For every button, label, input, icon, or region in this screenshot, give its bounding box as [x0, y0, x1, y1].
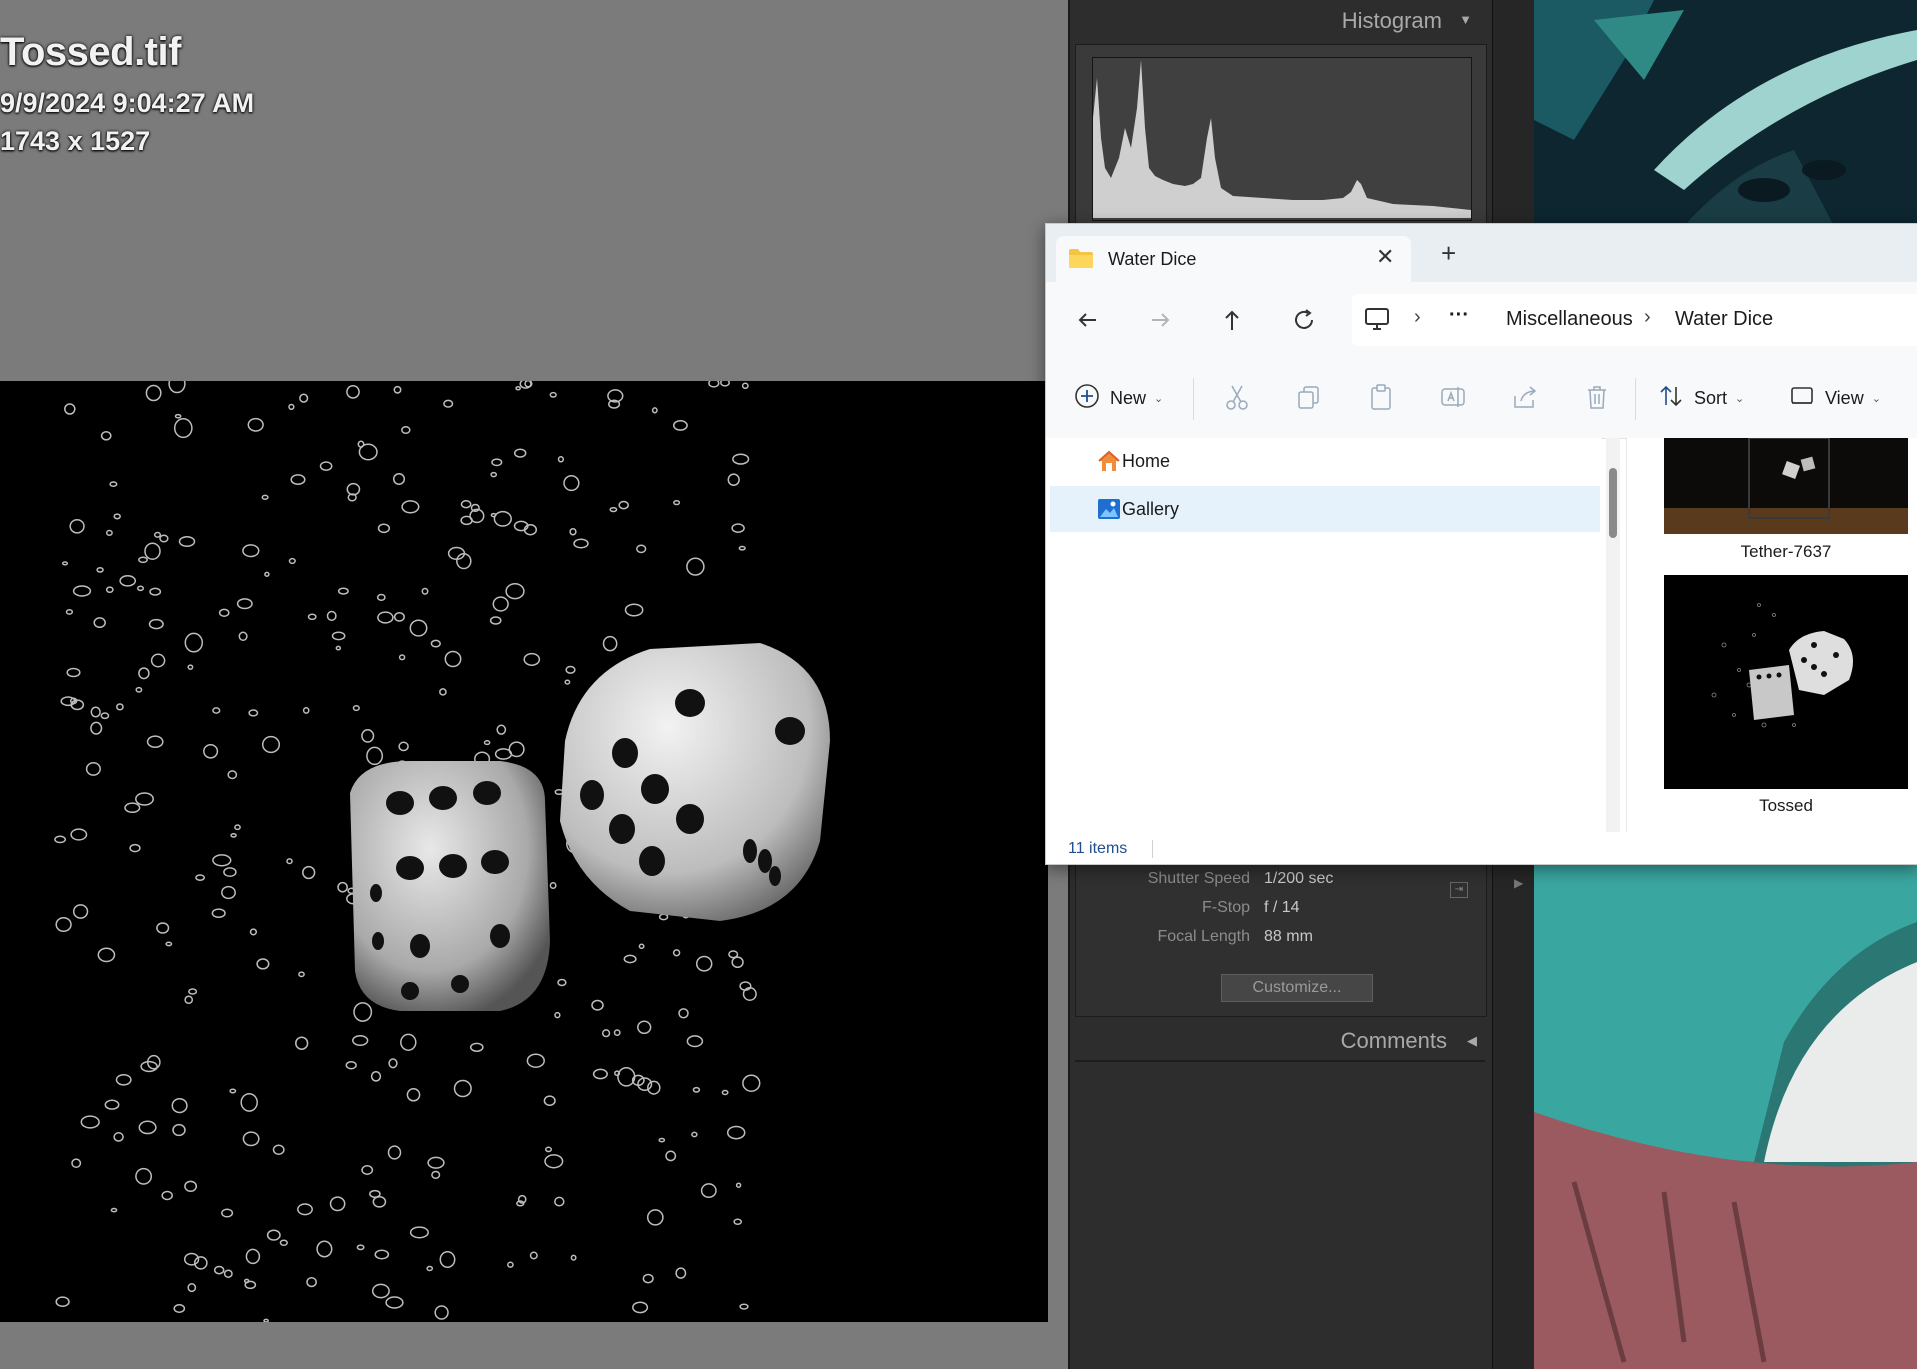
triangle-left-icon[interactable]: ◀ — [1467, 1033, 1477, 1049]
share-icon[interactable] — [1510, 382, 1542, 414]
chevron-down-icon: ⌄ — [1735, 392, 1745, 405]
view-button[interactable]: View ⌄ — [1789, 382, 1881, 414]
breadcrumb[interactable]: › ··· Miscellaneous › Water Dice — [1352, 294, 1917, 346]
photo-dimensions: 1743 x 1527 — [0, 126, 151, 156]
tab-strip: Water Dice ✕ + — [1046, 224, 1917, 282]
command-bar: New ⌄ Sort ⌄ View ⌄ — [1046, 358, 1917, 439]
paste-icon[interactable] — [1366, 382, 1398, 414]
nav-item-label: Gallery — [1122, 499, 1180, 519]
metadata-value: 1/200 sec — [1264, 870, 1334, 887]
customize-button[interactable]: Customize... — [1221, 974, 1373, 1002]
metadata-row-fstop: F-Stop f / 14 — [1076, 899, 1486, 923]
sort-icon — [1658, 383, 1684, 414]
plus-circle-icon — [1074, 383, 1100, 414]
background-photo-bottom — [1534, 862, 1917, 1369]
breadcrumb-item-miscellaneous[interactable]: Miscellaneous — [1506, 308, 1633, 331]
plus-icon[interactable]: + — [1441, 240, 1456, 266]
back-arrow-icon[interactable] — [1072, 304, 1104, 336]
chevron-down-icon: ⌄ — [1154, 392, 1164, 405]
panel-toggle-icon[interactable]: ▶ — [1514, 876, 1523, 890]
toolbar-divider — [1635, 378, 1636, 420]
refresh-icon[interactable] — [1288, 304, 1320, 336]
histogram-panel — [1075, 44, 1487, 226]
cut-icon[interactable] — [1222, 382, 1254, 414]
tab-title: Water Dice — [1108, 249, 1197, 269]
sort-button-label: Sort — [1694, 387, 1728, 408]
chevron-down-icon: ⌄ — [1871, 392, 1881, 405]
navigation-pane: Home Gallery — [1046, 438, 1601, 832]
copy-icon[interactable] — [1294, 382, 1326, 414]
home-icon — [1097, 449, 1121, 478]
nav-scrollbar[interactable] — [1606, 438, 1620, 832]
file-thumbnail-tether[interactable] — [1664, 438, 1908, 534]
forward-arrow-icon[interactable] — [1144, 304, 1176, 336]
sort-button[interactable]: Sort ⌄ — [1658, 382, 1744, 414]
metadata-panel: Shutter Speed 1/200 sec ⇥ F-Stop f / 14 … — [1075, 858, 1487, 1017]
metadata-label: F-Stop — [1201, 899, 1250, 916]
scroll-thumb[interactable] — [1609, 468, 1617, 538]
view-button-label: View — [1825, 387, 1864, 408]
triangle-down-icon[interactable]: ▼ — [1459, 12, 1472, 27]
delete-icon[interactable] — [1582, 382, 1614, 414]
metadata-value: f / 14 — [1264, 899, 1300, 916]
metadata-label: Focal Length — [1157, 928, 1250, 945]
comments-header[interactable]: Comments ◀ — [1075, 1024, 1485, 1062]
main-photo[interactable] — [0, 381, 1048, 1322]
view-icon — [1789, 383, 1815, 414]
close-icon[interactable]: ✕ — [1376, 244, 1394, 270]
histogram-header[interactable]: Histogram ▼ — [1100, 6, 1480, 36]
histogram-title: Histogram — [1341, 8, 1442, 33]
address-row: › ··· Miscellaneous › Water Dice — [1046, 282, 1917, 358]
metadata-value: 88 mm — [1264, 928, 1313, 945]
nav-item-label: Home — [1122, 451, 1171, 471]
file-list: Tether-7637 Tossed — [1627, 438, 1917, 832]
file-name[interactable]: Tether-7637 — [1664, 542, 1908, 562]
toolbar-divider — [1193, 378, 1194, 420]
file-explorer-window[interactable]: Water Dice ✕ + › ··· Miscellaneous › Wat… — [1045, 223, 1917, 865]
chevron-right-icon[interactable]: › — [1644, 306, 1651, 329]
goto-icon[interactable]: ⇥ — [1450, 882, 1468, 898]
this-pc-icon[interactable] — [1364, 307, 1390, 336]
file-thumbnail-tossed[interactable] — [1664, 575, 1908, 789]
comments-title: Comments — [1340, 1028, 1447, 1053]
histogram-plot — [1092, 57, 1472, 221]
file-name[interactable]: Tossed — [1664, 796, 1908, 816]
up-arrow-icon[interactable] — [1216, 304, 1248, 336]
new-button-label: New — [1110, 387, 1147, 408]
gallery-icon — [1097, 497, 1121, 526]
photo-capture-date: 9/9/2024 9:04:27 AM — [0, 88, 255, 118]
rename-icon[interactable] — [1438, 382, 1470, 414]
metadata-label: Shutter Speed — [1147, 870, 1250, 887]
nav-item-home[interactable]: Home — [1050, 438, 1600, 484]
new-button[interactable]: New ⌄ — [1074, 382, 1163, 414]
nav-item-gallery[interactable]: Gallery — [1050, 486, 1600, 532]
folder-icon — [1068, 247, 1094, 274]
chevron-right-icon[interactable]: › — [1414, 306, 1421, 329]
status-divider — [1152, 840, 1153, 858]
metadata-row-focal: Focal Length 88 mm — [1076, 928, 1486, 952]
metadata-row-shutter: Shutter Speed 1/200 sec ⇥ — [1076, 870, 1486, 898]
breadcrumb-overflow[interactable]: ··· — [1449, 304, 1469, 327]
photo-filename: Tossed.tif — [0, 30, 181, 74]
status-bar: 11 items — [1046, 832, 1917, 864]
tab-water-dice[interactable]: Water Dice ✕ — [1056, 236, 1411, 282]
background-photo-top — [1534, 0, 1917, 226]
breadcrumb-item-water-dice[interactable]: Water Dice — [1675, 308, 1773, 331]
item-count: 11 items — [1068, 840, 1128, 857]
